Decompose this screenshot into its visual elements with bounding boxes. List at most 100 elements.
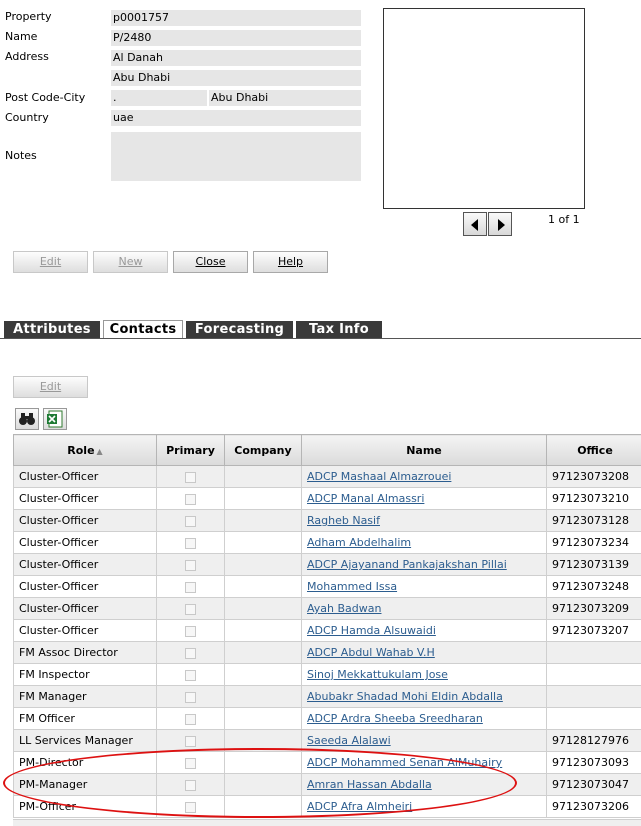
primary-checkbox[interactable] [185,472,196,483]
table-row[interactable]: FM Assoc DirectorADCP Abdul Wahab V.H [14,642,641,664]
table-row[interactable]: Cluster-OfficerADCP Manal Almassri971230… [14,488,641,510]
company-cell [225,730,302,752]
contact-name-link[interactable]: ADCP Manal Almassri [307,492,424,505]
table-row[interactable]: Cluster-OfficerAyah Badwan97123073209 [14,598,641,620]
address-line2-field[interactable]: Abu Dhabi [111,70,361,86]
company-cell [225,708,302,730]
contact-name-link[interactable]: ADCP Ajayanand Pankajakshan Pillai [307,558,507,571]
primary-checkbox[interactable] [185,582,196,593]
country-field[interactable]: uae [111,110,361,126]
contact-name-link[interactable]: Ragheb Nasif [307,514,380,527]
name-cell: ADCP Afra Almheiri [302,796,547,818]
primary-checkbox[interactable] [185,538,196,549]
primary-checkbox[interactable] [185,670,196,681]
primary-cell [157,488,225,510]
name-cell: ADCP Mohammed Senan AlMuhairy [302,752,547,774]
notes-field[interactable] [111,132,361,181]
primary-checkbox[interactable] [185,758,196,769]
tab-tax-info[interactable]: Tax Info [296,321,382,338]
table-row[interactable]: Cluster-OfficerADCP Ajayanand Pankajaksh… [14,554,641,576]
primary-checkbox[interactable] [185,736,196,747]
table-row[interactable]: PM-ManagerAmran Hassan Abdalla9712307304… [14,774,641,796]
table-row[interactable]: PM-Officer ADCP Afra Almheiri 97123073206 [14,796,641,818]
name-field[interactable]: P/2480 [111,30,361,46]
contact-name-link[interactable]: Mohammed Issa [307,580,397,593]
export-excel-button[interactable] [43,408,67,430]
primary-checkbox[interactable] [185,692,196,703]
primary-cell [157,664,225,686]
contact-name-link[interactable]: Abubakr Shadad Mohi Eldin Abdalla [307,690,503,703]
office-cell: 97123073207 [547,620,641,642]
previous-photo-button[interactable] [463,212,487,236]
name-cell: ADCP Mashaal Almazrouei [302,466,547,488]
address-line1-field[interactable]: Al Danah [111,50,361,66]
primary-checkbox[interactable] [185,604,196,615]
office-cell [547,686,641,708]
table-row[interactable]: Cluster-OfficerRagheb Nasif97123073128 [14,510,641,532]
table-row[interactable]: PM-Director ADCP Mohammed Senan AlMuhairy… [14,752,641,774]
primary-checkbox[interactable] [185,516,196,527]
primary-column-header[interactable]: Primary [157,435,225,466]
role-column-header[interactable]: Role▲ [14,435,157,466]
contact-name-link[interactable]: Sinoj Mekkattukulam Jose [307,668,448,681]
contact-name-link[interactable]: Saeeda Alalawi [307,734,391,747]
help-button[interactable]: Help [253,251,328,273]
tab-forecasting[interactable]: Forecasting [186,321,293,338]
name-cell: Amran Hassan Abdalla [302,774,547,796]
primary-cell [157,730,225,752]
contact-name-link[interactable]: ADCP Ardra Sheeba Sreedharan [307,712,483,725]
name-cell: Saeeda Alalawi [302,730,547,752]
table-header-row: Role▲ Primary Company Name Office [14,435,641,466]
new-button[interactable]: New [93,251,168,273]
table-row[interactable]: Cluster-OfficerADCP Mashaal Almazrouei97… [14,466,641,488]
table-row[interactable]: FM InspectorSinoj Mekkattukulam Jose [14,664,641,686]
contact-name-link[interactable]: ADCP Afra Almheiri [307,800,412,813]
primary-checkbox[interactable] [185,802,196,813]
table-row[interactable]: LL Services ManagerSaeeda Alalawi9712812… [14,730,641,752]
role-cell: Cluster-Officer [14,620,157,642]
primary-cell [157,554,225,576]
office-cell: 97123073206 [547,796,641,818]
table-row[interactable]: Cluster-OfficerMohammed Issa97123073248 [14,576,641,598]
table-row[interactable]: FM OfficerADCP Ardra Sheeba Sreedharan [14,708,641,730]
company-cell [225,598,302,620]
contact-name-link[interactable]: ADCP Abdul Wahab V.H [307,646,435,659]
primary-cell [157,642,225,664]
contact-name-link[interactable]: Ayah Badwan [307,602,381,615]
city-field[interactable]: Abu Dhabi [209,90,361,106]
tab-attributes[interactable]: Attributes [4,321,100,338]
primary-checkbox[interactable] [185,560,196,571]
contact-name-link[interactable]: ADCP Mashaal Almazrouei [307,470,451,483]
company-column-header[interactable]: Company [225,435,302,466]
primary-checkbox[interactable] [185,626,196,637]
primary-checkbox[interactable] [185,780,196,791]
company-cell [225,510,302,532]
close-button[interactable]: Close [173,251,248,273]
contact-name-link[interactable]: ADCP Hamda Alsuwaidi [307,624,436,637]
office-column-header[interactable]: Office [547,435,641,466]
primary-checkbox[interactable] [185,714,196,725]
find-button[interactable] [15,408,39,430]
contact-name-link[interactable]: ADCP Mohammed Senan AlMuhairy [307,756,502,769]
name-cell: Ayah Badwan [302,598,547,620]
table-row[interactable]: Cluster-OfficerAdham Abdelhalim971230732… [14,532,641,554]
office-cell: 97123073234 [547,532,641,554]
primary-checkbox[interactable] [185,494,196,505]
property-field[interactable]: p0001757 [111,10,361,26]
contacts-edit-button[interactable]: Edit [13,376,88,398]
role-cell: PM-Director [14,752,157,774]
edit-button[interactable]: Edit [13,251,88,273]
contact-name-link[interactable]: Amran Hassan Abdalla [307,778,432,791]
role-header-label: Role [67,444,94,457]
table-row[interactable]: Cluster-Officer ADCP Hamda Alsuwaidi 97123… [14,620,641,642]
table-row[interactable]: FM ManagerAbubakr Shadad Mohi Eldin Abda… [14,686,641,708]
contact-name-link[interactable]: Adham Abdelhalim [307,536,411,549]
primary-checkbox[interactable] [185,648,196,659]
office-cell: 97123073093 [547,752,641,774]
next-photo-button[interactable] [488,212,512,236]
role-cell: PM-Officer [14,796,157,818]
tab-contacts[interactable]: Contacts [103,320,183,338]
sort-ascending-icon: ▲ [97,447,103,456]
name-column-header[interactable]: Name [302,435,547,466]
postcode-field[interactable]: . [111,90,207,106]
